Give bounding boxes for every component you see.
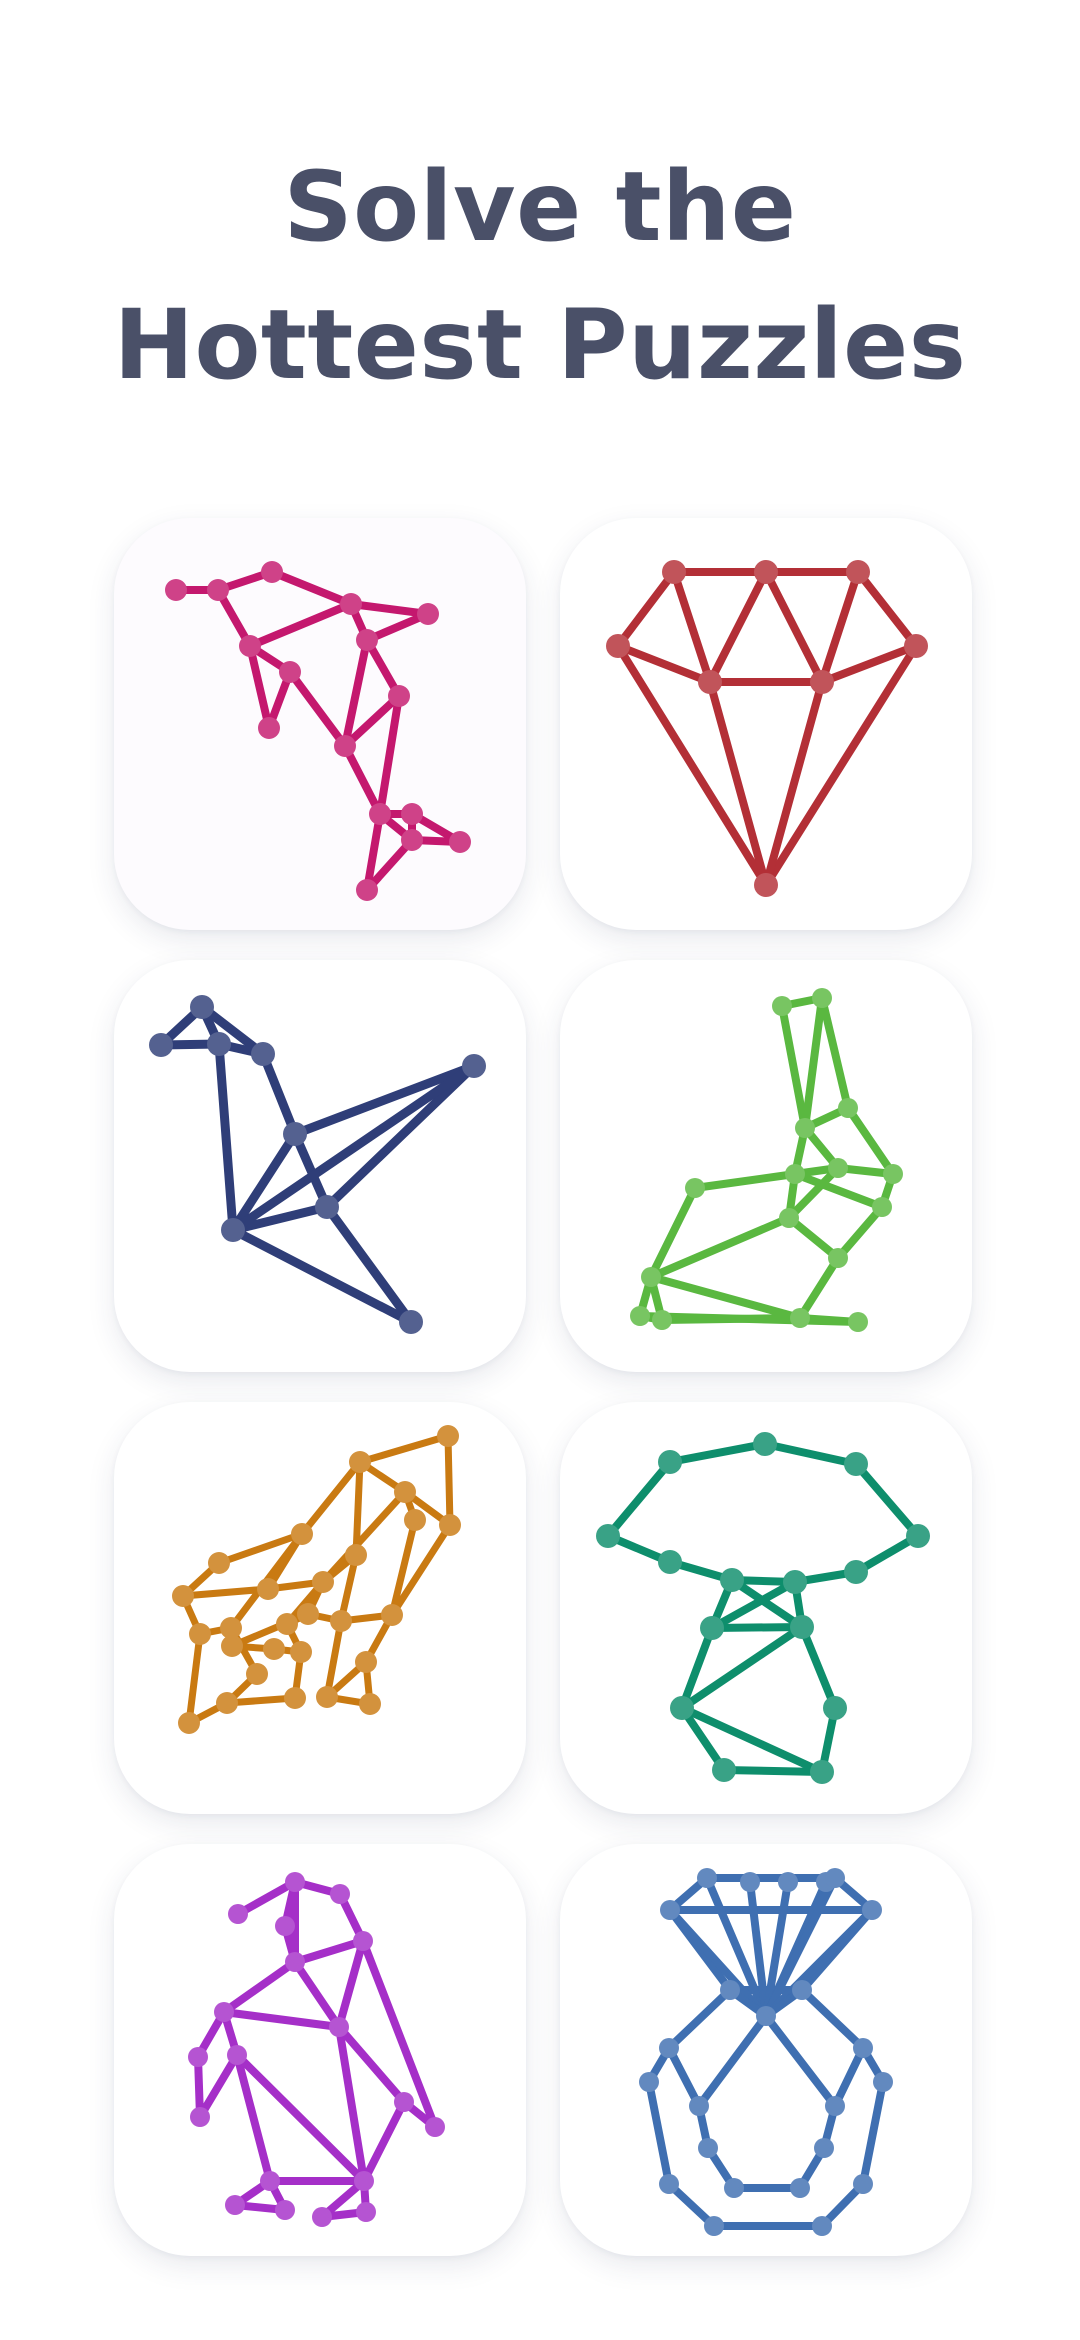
diamond-icon — [606, 560, 928, 897]
puzzle-card-hand[interactable] — [114, 1402, 526, 1814]
headline-line-1: Solve the — [283, 151, 797, 263]
mushroom-edges — [604, 1440, 922, 1776]
puzzle-card-rabbit[interactable] — [560, 960, 972, 1372]
puzzle-card-dolphin[interactable] — [114, 518, 526, 930]
puzzle-card-mushroom[interactable] — [560, 1402, 972, 1814]
mushroom-icon — [596, 1432, 930, 1784]
puzzle-card-crane[interactable] — [114, 960, 526, 1372]
dolphin-nodes — [165, 561, 471, 901]
puzzle-card-ring[interactable] — [560, 1844, 972, 2256]
crane-edges — [156, 1002, 479, 1327]
rabbit-edges — [636, 994, 897, 1326]
puzzle-grid — [114, 518, 972, 2256]
page-headline: Solve the Hottest Puzzles — [0, 138, 1080, 414]
ring-edges — [645, 1874, 887, 2230]
diamond-edges — [614, 568, 920, 889]
ring-icon — [639, 1868, 893, 2236]
crane-icon — [149, 995, 486, 1334]
dolphin-icon — [165, 561, 471, 901]
rabbit-icon — [630, 988, 903, 1332]
puzzle-card-diamond[interactable] — [560, 518, 972, 930]
hand-icon — [172, 1425, 461, 1734]
puzzle-card-penguin[interactable] — [114, 1844, 526, 2256]
penguin-icon — [188, 1872, 445, 2227]
diamond-nodes — [606, 560, 928, 897]
headline-line-2: Hottest Puzzles — [113, 289, 967, 401]
